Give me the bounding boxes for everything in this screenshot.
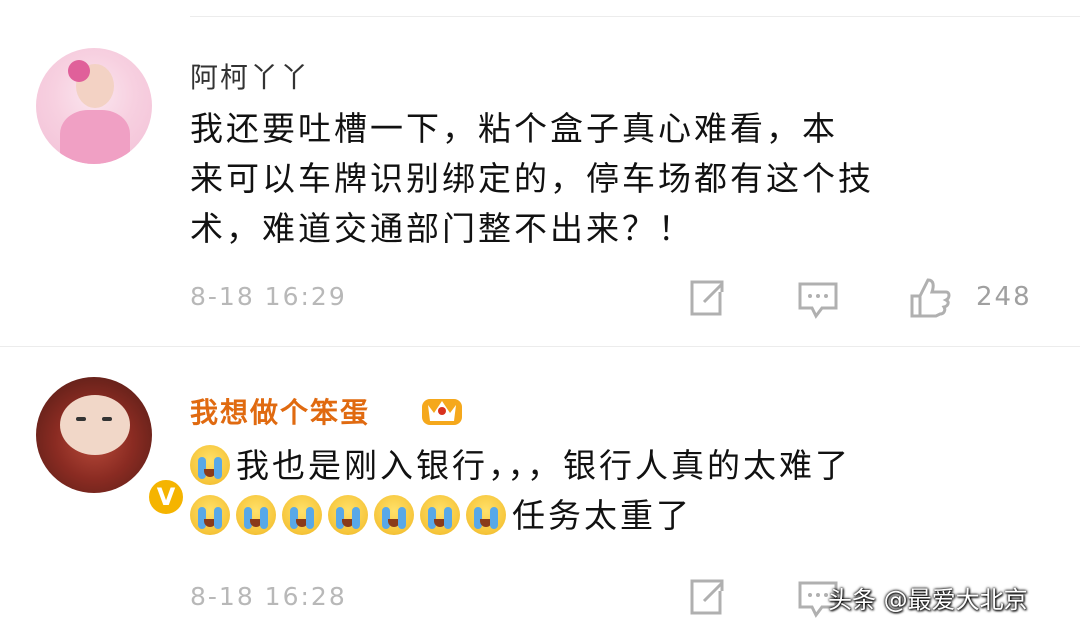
crying-face-icon	[282, 495, 322, 535]
crown-icon	[422, 399, 462, 425]
comment-line: 我还要吐槽一下，粘个盒子真心难看，本	[190, 109, 838, 148]
avatar[interactable]	[36, 48, 152, 164]
comment-line: 术，难道交通部门整不出来？！	[190, 209, 694, 248]
crying-face-icon	[328, 495, 368, 535]
verified-icon: V	[146, 477, 186, 517]
reply-icon	[798, 282, 838, 319]
username[interactable]: 我想做个笨蛋	[190, 391, 370, 431]
like-icon	[910, 278, 951, 318]
timestamp: 8-18 16:28	[190, 582, 347, 611]
share-icon	[690, 579, 724, 615]
crying-face-icon	[420, 495, 460, 535]
share-icon	[690, 280, 724, 316]
comment-item: 阿柯丫丫 我还要吐槽一下，粘个盒子真心难看，本 来可以车牌识别绑定的，停车场都有…	[0, 0, 1080, 346]
watermark: 头条 @最爱大北京	[828, 586, 1028, 614]
crying-face-icon	[374, 495, 414, 535]
timestamp: 8-18 16:29	[190, 282, 347, 311]
username[interactable]: 阿柯丫丫	[190, 56, 310, 96]
like-count: 248	[976, 282, 1032, 312]
crying-face-icon	[466, 495, 506, 535]
avatar[interactable]: V	[36, 377, 186, 517]
share-button[interactable]	[684, 575, 728, 619]
crying-face-icon	[190, 445, 230, 485]
comment-text: 我也是刚入银行，，，银行人真的太难了 任务太重了	[190, 441, 1030, 541]
comment-line: 来可以车牌识别绑定的，停车场都有这个技	[190, 159, 874, 198]
comment-line: 任务太重了	[190, 491, 1030, 541]
crying-face-icon	[190, 495, 230, 535]
crying-face-icon	[236, 495, 276, 535]
like-button[interactable]	[908, 276, 952, 320]
comment-text: 我还要吐槽一下，粘个盒子真心难看，本 来可以车牌识别绑定的，停车场都有这个技 术…	[190, 104, 1030, 254]
reply-button[interactable]	[796, 276, 840, 320]
share-button[interactable]	[684, 276, 728, 320]
comment-line: 我也是刚入银行，，，银行人真的太难了	[190, 441, 1030, 491]
